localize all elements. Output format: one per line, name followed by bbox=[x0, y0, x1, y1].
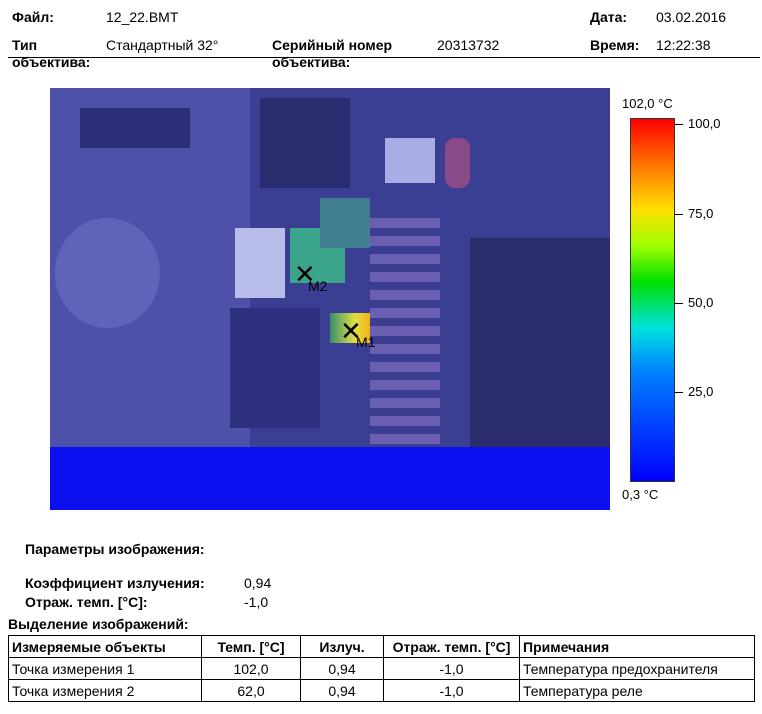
scale-tick bbox=[675, 124, 683, 125]
cell: 102,0 bbox=[201, 657, 301, 680]
col-objects: Измеряемые объекты bbox=[8, 635, 202, 658]
scale-min: 0,3 °C bbox=[622, 487, 659, 502]
date-value: 03.02.2016 bbox=[656, 9, 727, 25]
refl-temp-value: -1,0 bbox=[244, 594, 269, 610]
cell: Точка измерения 2 bbox=[8, 679, 202, 702]
scale-max: 102,0 °C bbox=[622, 96, 673, 111]
file-label: Файл: bbox=[12, 9, 54, 25]
cell: -1,0 bbox=[383, 657, 520, 680]
thermal-image: ✕ M2 ✕ M1 bbox=[50, 88, 610, 510]
cell: Точка измерения 1 bbox=[8, 657, 202, 680]
serial-label: Серийный номер bbox=[272, 37, 393, 53]
refl-temp-label: Отраж. темп. [°C]: bbox=[25, 594, 148, 610]
lens-label: Тип bbox=[12, 37, 38, 53]
lens-value: Стандартный 32° bbox=[106, 37, 219, 53]
emissivity-label: Коэффициент излучения: bbox=[25, 575, 205, 591]
time-value: 12:22:38 bbox=[656, 37, 711, 53]
table-header: Измеряемые объекты Темп. [°C] Излуч. Отр… bbox=[8, 635, 755, 658]
selection-title: Выделение изображений: bbox=[8, 616, 189, 632]
col-emissivity: Излуч. bbox=[300, 635, 384, 658]
params-title: Параметры изображения: bbox=[25, 541, 205, 557]
col-temp: Темп. [°C] bbox=[201, 635, 301, 658]
table-row: Точка измерения 2 62,0 0,94 -1,0 Темпера… bbox=[8, 679, 755, 702]
date-label: Дата: bbox=[590, 9, 628, 25]
cell: 0,94 bbox=[300, 657, 384, 680]
header-divider bbox=[8, 57, 760, 58]
serial-value: 20313732 bbox=[437, 37, 500, 53]
cell: Температура предохранителя bbox=[519, 657, 755, 680]
scale-tick bbox=[675, 214, 683, 215]
marker-m2: M2 bbox=[308, 278, 328, 294]
cell: 0,94 bbox=[300, 679, 384, 702]
scale-tick bbox=[675, 392, 683, 393]
cell: 62,0 bbox=[201, 679, 301, 702]
scale-tick-label: 100,0 bbox=[688, 116, 721, 131]
scale-tick-label: 50,0 bbox=[688, 295, 714, 310]
scale-tick-label: 75,0 bbox=[688, 206, 714, 221]
col-notes: Примечания bbox=[519, 635, 755, 658]
cell: Температура реле bbox=[519, 679, 755, 702]
measurement-table: Измеряемые объекты Темп. [°C] Излуч. Отр… bbox=[8, 635, 755, 702]
scale-tick-label: 25,0 bbox=[688, 384, 714, 399]
file-value: 12_22.BMT bbox=[106, 9, 179, 25]
time-label: Время: bbox=[590, 37, 640, 53]
col-refl-temp: Отраж. темп. [°C] bbox=[383, 635, 520, 658]
cell: -1,0 bbox=[383, 679, 520, 702]
marker-m1: M1 bbox=[356, 334, 376, 350]
emissivity-value: 0,94 bbox=[244, 575, 272, 591]
table-row: Точка измерения 1 102,0 0,94 -1,0 Темпер… bbox=[8, 657, 755, 680]
scale-tick bbox=[675, 303, 683, 304]
color-scale-bar bbox=[630, 118, 675, 482]
